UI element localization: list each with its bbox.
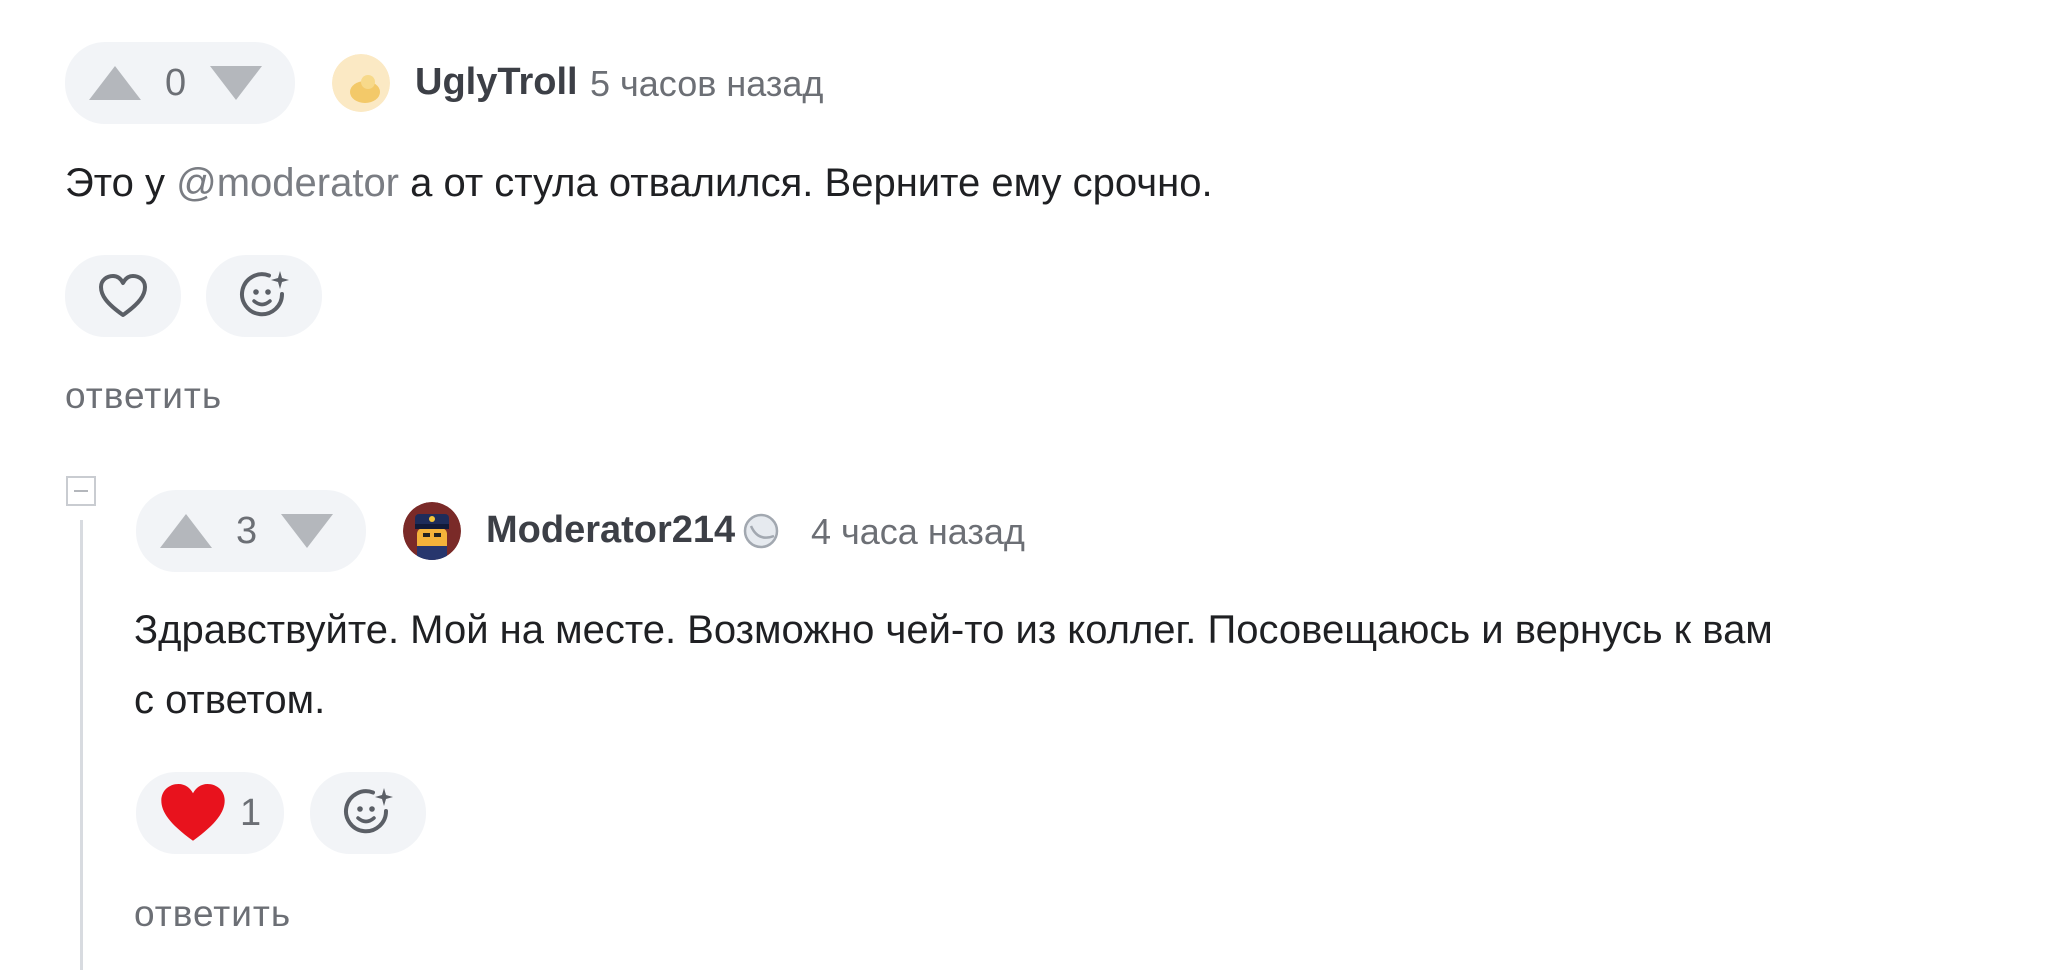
timestamp[interactable]: 5 часов назад	[590, 63, 823, 105]
timestamp[interactable]: 4 часа назад	[811, 511, 1025, 553]
vote-widget: 3	[136, 490, 366, 572]
heart-outline-icon	[99, 274, 147, 317]
user-avatar-icon	[332, 54, 390, 112]
thread-line[interactable]	[80, 520, 83, 970]
comment-text-part: Это у	[65, 161, 177, 205]
downvote-button[interactable]	[281, 514, 334, 548]
user-mention-link[interactable]: @moderator	[176, 161, 399, 205]
avatar[interactable]	[403, 502, 461, 560]
reply-link[interactable]: ответить	[134, 893, 291, 935]
like-button[interactable]	[65, 255, 181, 337]
like-button[interactable]: 1	[136, 772, 284, 854]
comment-text: Это у @moderator а от стула отвалился. В…	[65, 148, 1865, 218]
add-reaction-button[interactable]	[310, 772, 426, 854]
comment-text-part: а от стула отвалился. Верните ему срочно…	[399, 161, 1213, 205]
upvote-button[interactable]	[160, 514, 212, 548]
add-reaction-icon	[240, 271, 289, 317]
username[interactable]: Moderator214	[486, 509, 735, 552]
heart-filled-icon	[161, 783, 225, 841]
collapse-thread-button[interactable]	[66, 476, 96, 506]
user-avatar-icon	[403, 502, 461, 560]
moderator-badge-icon	[743, 513, 779, 549]
avatar[interactable]	[332, 54, 390, 112]
comment-text: Здравствуйте. Мой на месте. Возможно чей…	[134, 595, 1984, 735]
like-count: 1	[240, 791, 262, 834]
add-reaction-icon	[344, 788, 393, 834]
vote-count: 0	[165, 61, 187, 104]
vote-widget: 0	[65, 42, 295, 124]
downvote-button[interactable]	[210, 66, 263, 100]
comment-text-line: Здравствуйте. Мой на месте. Возможно чей…	[134, 608, 1773, 652]
username[interactable]: UglyTroll	[415, 61, 578, 104]
upvote-button[interactable]	[89, 66, 141, 100]
vote-count: 3	[236, 509, 258, 552]
reply-link[interactable]: ответить	[65, 375, 222, 417]
add-reaction-button[interactable]	[206, 255, 322, 337]
comment-text-line: с ответом.	[134, 678, 326, 722]
